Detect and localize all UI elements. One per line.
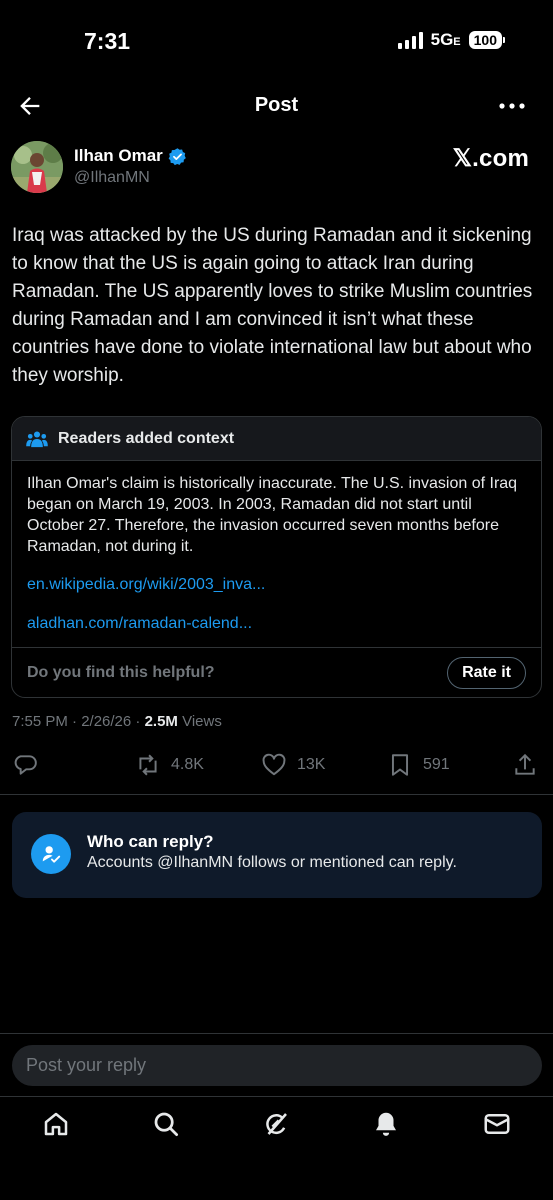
community-note: Readers added context Ilhan Omar's claim… (11, 416, 542, 698)
notifications-icon (376, 1112, 396, 1136)
divider (0, 1033, 553, 1034)
divider (0, 794, 553, 795)
community-note-text: Ilhan Omar's claim is historically inacc… (27, 475, 518, 555)
repost-count: 4.8K (171, 756, 204, 773)
post-meta: 7:55 PM · 2/26/26 · 2.5M Views (12, 713, 222, 730)
people-icon (26, 430, 48, 447)
community-note-footer: Do you find this helpful? Rate it (12, 647, 541, 697)
status-indicators: 5GE 100 (397, 30, 505, 50)
reply-restriction-card: Who can reply? Accounts @IlhanMN follows… (12, 812, 542, 898)
bottom-nav (0, 1097, 553, 1157)
author-handle[interactable]: @IlhanMN (74, 169, 150, 187)
repost-icon (139, 754, 157, 776)
reply-button[interactable] (12, 752, 38, 778)
home-icon (44, 1112, 68, 1136)
messages-icon (484, 1114, 510, 1134)
share-icon (515, 753, 535, 775)
network-suffix: E (453, 36, 461, 48)
reply-input[interactable] (12, 1045, 542, 1086)
rate-it-button[interactable]: Rate it (447, 656, 526, 689)
battery-icon: 100 (468, 31, 505, 49)
status-bar: 7:31 5GE 100 (0, 0, 553, 80)
like-count: 13K (297, 756, 326, 773)
share-button[interactable] (512, 752, 538, 778)
source-link-wikipedia[interactable]: en.wikipedia.org/wiki/2003_inva... (27, 574, 526, 595)
helpful-question: Do you find this helpful? (27, 663, 215, 681)
bookmark-icon (391, 754, 409, 776)
grok-icon (266, 1113, 287, 1135)
source-link-aladhan[interactable]: aladhan.com/ramadan-calend... (27, 613, 526, 634)
signal-icon (397, 31, 423, 49)
community-note-header[interactable]: Readers added context (12, 417, 541, 461)
repost-button[interactable]: 4.8K (135, 752, 204, 778)
network-type: 5G (430, 30, 454, 49)
views-count: 2.5M (144, 713, 178, 730)
views-label: Views (177, 713, 222, 730)
community-note-title: Readers added context (58, 429, 235, 447)
avatar[interactable] (11, 141, 63, 193)
verified-badge-icon (168, 147, 186, 165)
more-horizontal-icon[interactable] (497, 96, 527, 116)
network-label: 5GE (431, 30, 461, 50)
status-time: 7:31 (84, 28, 131, 54)
nav-notifications[interactable] (371, 1109, 401, 1139)
source-label: 𝕏.com (452, 145, 529, 172)
nav-home[interactable] (41, 1109, 71, 1139)
battery-level: 100 (468, 31, 502, 49)
nav-messages[interactable] (482, 1109, 512, 1139)
reply-restriction-subtitle: Accounts @IlhanMN follows or mentioned c… (87, 854, 457, 871)
heart-icon (262, 753, 286, 776)
top-nav: Post (0, 82, 553, 130)
reply-restriction-title: Who can reply? (87, 832, 214, 851)
community-note-body: Ilhan Omar's claim is historically inacc… (12, 461, 541, 634)
search-icon (154, 1112, 178, 1136)
bookmark-count: 591 (423, 756, 450, 773)
nav-search[interactable] (151, 1109, 181, 1139)
page-title: Post (254, 94, 299, 116)
post-timestamp[interactable]: 7:55 PM · 2/26/26 · (12, 713, 145, 730)
author-name-row[interactable]: Ilhan Omar (74, 146, 187, 166)
nav-grok[interactable] (261, 1109, 291, 1139)
like-button[interactable]: 13K (261, 752, 325, 778)
at-mention-icon (31, 834, 71, 874)
author-name[interactable]: Ilhan Omar (74, 146, 163, 166)
bookmark-button[interactable]: 591 (387, 752, 450, 778)
action-bar: 4.8K 13K 591 (0, 748, 553, 784)
post-text: Iraq was attacked by the US during Ramad… (12, 225, 533, 386)
reply-icon (14, 755, 37, 775)
